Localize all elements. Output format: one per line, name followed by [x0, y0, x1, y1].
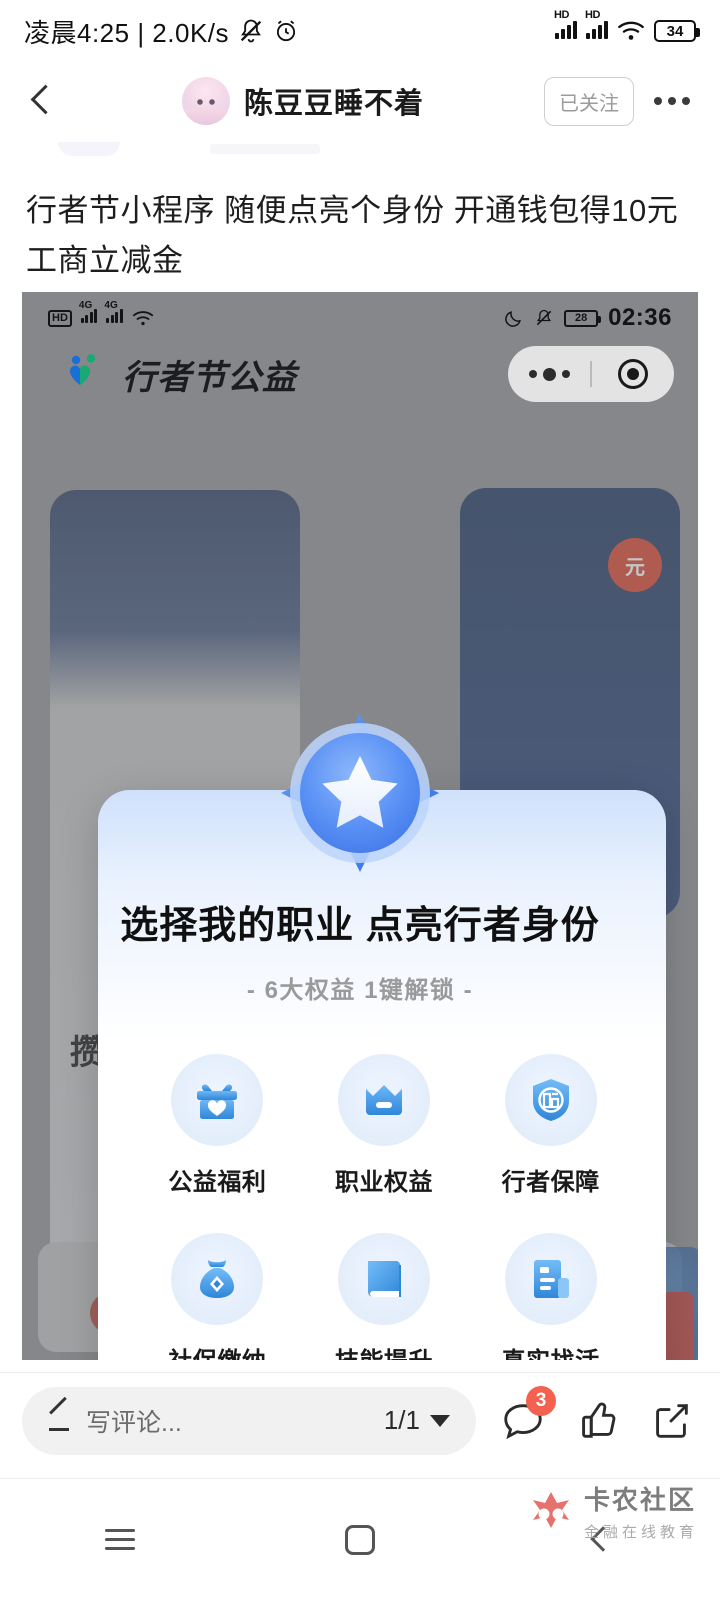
signal-icon-1: HD: [554, 9, 577, 44]
back-button[interactable]: [22, 81, 62, 121]
benefits-grid: 公益福利 职业权益 行者保障: [134, 1054, 634, 1360]
share-icon: [656, 1403, 688, 1438]
status-time: 凌晨4:25 | 2.0K/s: [24, 17, 230, 48]
battery-icon: 28: [564, 309, 602, 327]
bell-muted-icon: [237, 17, 265, 45]
header-user[interactable]: 陈豆豆睡不着: [62, 77, 544, 125]
benefit-item[interactable]: 真实找活: [467, 1233, 634, 1360]
benefit-item[interactable]: 职业权益: [301, 1054, 468, 1197]
comment-placeholder: 写评论...: [86, 1408, 182, 1437]
wechat-capsule[interactable]: [508, 346, 674, 402]
benefit-item[interactable]: 行者保障: [467, 1054, 634, 1197]
share-button[interactable]: [644, 1394, 698, 1448]
username-label: 陈豆豆睡不着: [243, 88, 424, 120]
benefit-item[interactable]: 公益福利: [134, 1054, 301, 1197]
embedded-status-bar: HD 4G 4G 28 02:36: [22, 292, 698, 344]
pencil-icon: [48, 1408, 74, 1434]
follow-button[interactable]: 已关注: [544, 76, 634, 126]
more-dots-icon[interactable]: [508, 367, 590, 381]
modal-title: 选择我的职业 点亮行者身份: [120, 905, 600, 947]
signal-icon-2: 4G: [104, 300, 123, 328]
watermark: 卡农社区 金融在线教育: [528, 1480, 698, 1542]
app-header: 陈豆豆睡不着 已关注: [0, 62, 720, 140]
watermark-texts: 卡农社区 金融在线教育: [584, 1480, 698, 1542]
status-bar-right: HD HD 34: [554, 9, 700, 44]
signal-icon-1: 4G: [79, 300, 98, 328]
home-square-icon: [345, 1524, 375, 1555]
bell-muted-icon: [534, 308, 554, 328]
embedded-clock: 02:36: [608, 304, 672, 331]
more-dots-icon[interactable]: [646, 97, 698, 105]
benefit-label: 社保缴纳: [168, 1341, 266, 1360]
kanong-logo-icon: [528, 1488, 574, 1534]
money-bag-icon: [171, 1233, 264, 1325]
wifi-icon: [617, 20, 645, 42]
page-indicator-label: 1/1: [383, 1405, 420, 1435]
page-title: 行者节小程序 随便点亮个身份 开通钱包得10元工商立减金: [26, 193, 679, 278]
benefit-label: 职业权益: [334, 1169, 433, 1196]
crown-icon: [337, 1054, 430, 1146]
phone-screen: 凌晨4:25 | 2.0K/s HD HD 34 陈豆豆睡不着 已关注 行者节小…: [0, 0, 720, 1600]
menu-lines-icon: [105, 1529, 135, 1550]
brand-label: 行者节公益: [122, 359, 297, 397]
walker-festival-logo-icon: [64, 353, 112, 397]
moon-icon: [504, 308, 524, 328]
battery-icon: 34: [654, 20, 700, 42]
alarm-clock-icon: [273, 18, 299, 44]
status-bar: 凌晨4:25 | 2.0K/s HD HD 34: [0, 0, 720, 62]
benefit-item[interactable]: 社保缴纳: [134, 1233, 301, 1360]
post-image[interactable]: 元 攒 分 › 防疫药品 免费保险 HD 4G 4G: [22, 292, 698, 1360]
benefit-item[interactable]: 技能提升: [301, 1233, 468, 1360]
wifi-icon: [132, 310, 154, 327]
document-icon: [504, 1233, 597, 1325]
thumbs-up-icon: [582, 1402, 616, 1438]
like-button[interactable]: [570, 1394, 624, 1448]
comment-count-badge: 3: [526, 1385, 556, 1416]
chevron-down-icon: [430, 1414, 450, 1427]
comment-button[interactable]: 3: [496, 1385, 556, 1448]
modal-subtitle: - 6大权益 1键解锁 -: [246, 977, 474, 1004]
avatar[interactable]: [181, 77, 230, 125]
gift-heart-icon: [171, 1054, 264, 1146]
benefit-label: 真实找活: [502, 1341, 600, 1360]
comment-input[interactable]: 写评论... 1/1: [22, 1386, 476, 1455]
watermark-title: 卡农社区: [583, 1485, 696, 1515]
hd-icon: HD: [48, 309, 72, 327]
home-button[interactable]: [240, 1524, 480, 1555]
benefit-label: 技能提升: [335, 1341, 433, 1360]
book-icon: [337, 1233, 430, 1325]
embedded-status-right: 28 02:36: [504, 304, 672, 332]
benefit-label: 行者保障: [501, 1169, 600, 1196]
shield-insurance-icon: [504, 1054, 597, 1146]
star-badge-icon: [267, 700, 453, 886]
target-circle-icon[interactable]: [592, 359, 674, 389]
signal-icon-2: HD: [585, 9, 608, 44]
page-indicator[interactable]: 1/1: [384, 1405, 450, 1436]
benefit-label: 公益福利: [168, 1169, 267, 1196]
miniprogram-brand: 行者节公益: [64, 350, 297, 399]
recents-button[interactable]: [0, 1529, 240, 1550]
bottom-action-bar: 写评论... 1/1 3: [0, 1372, 720, 1468]
embedded-status-left: HD 4G 4G: [48, 300, 154, 328]
watermark-subtitle: 金融在线教育: [583, 1524, 698, 1541]
scrolled-content-ghost: [40, 138, 360, 162]
status-bar-left: 凌晨4:25 | 2.0K/s: [24, 13, 299, 50]
